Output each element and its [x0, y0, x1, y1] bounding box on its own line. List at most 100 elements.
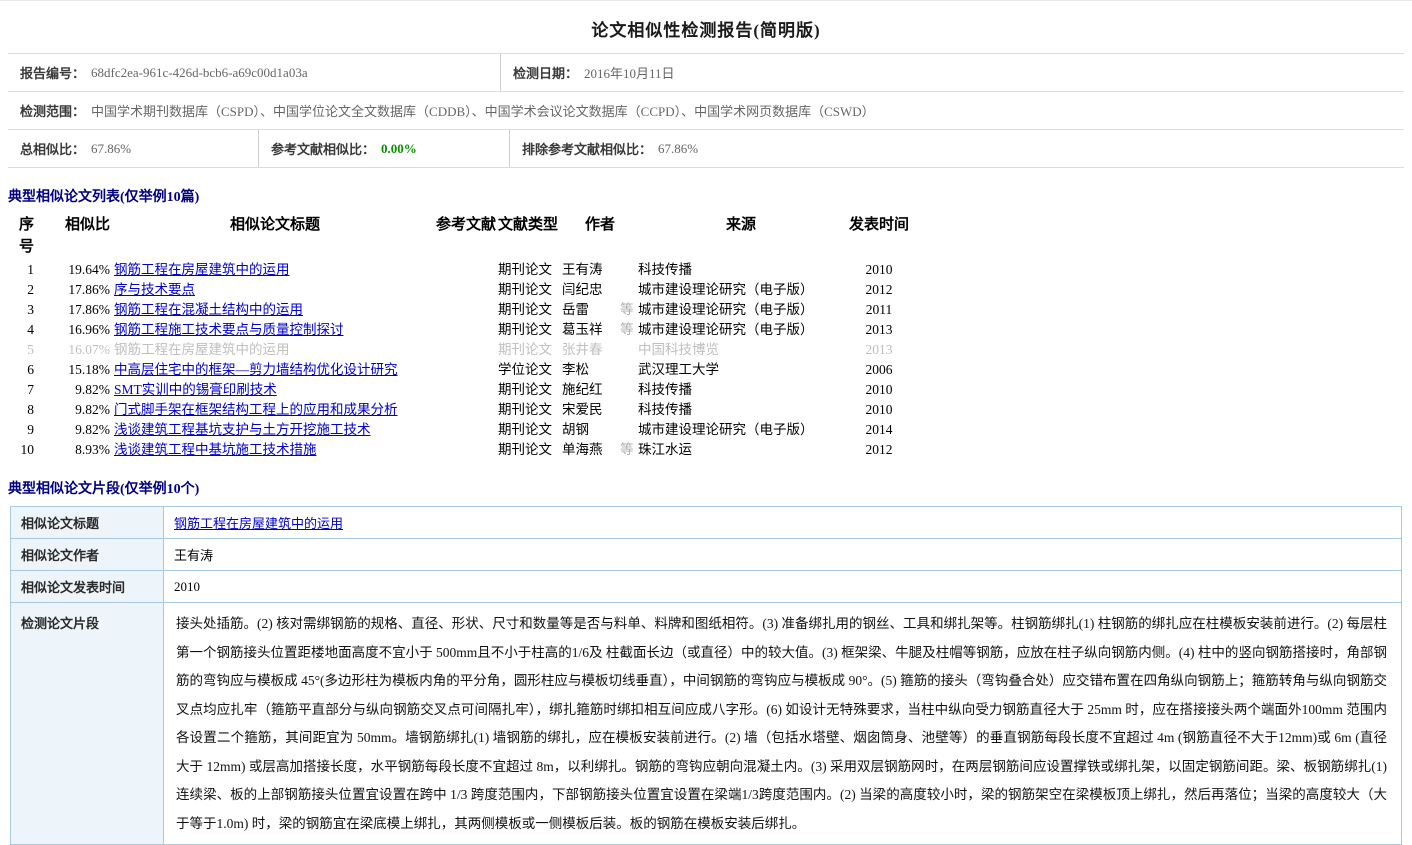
row-reference — [436, 360, 498, 380]
row-etal — [620, 260, 638, 280]
similar-papers-section-heading: 典型相似论文列表(仅举例10篇) — [8, 186, 1412, 206]
table-row: 9 9.82% 浅谈建筑工程基坑支护与土方开挖施工技术 期刊论文 胡钢 城市建设… — [8, 420, 1412, 440]
table-row: 4 16.96% 钢筋工程施工技术要点与质量控制探讨 期刊论文 葛玉祥 等 城市… — [8, 320, 1412, 340]
row-type: 期刊论文 — [498, 320, 562, 340]
row-year: 2010 — [844, 260, 914, 280]
row-etal: 等 — [620, 300, 638, 320]
row-ratio: 9.82% — [34, 380, 113, 400]
row-type: 期刊论文 — [498, 380, 562, 400]
excluding-reference-similarity-value: 67.86% — [658, 141, 698, 157]
row-ratio: 9.82% — [34, 420, 113, 440]
fragment-table: 相似论文标题 钢筋工程在房屋建筑中的运用 相似论文作者 王有涛 相似论文发表时间… — [10, 506, 1402, 845]
fragments-section-heading: 典型相似论文片段(仅举例10个) — [8, 478, 1412, 498]
scope-label: 检测范围： — [20, 101, 85, 120]
report-page: 论文相似性检测报告(简明版) 报告编号： 68dfc2ea-961c-426d-… — [0, 1, 1412, 845]
row-source: 科技传播 — [638, 260, 844, 280]
row-source: 珠江水运 — [638, 440, 844, 460]
page-title: 论文相似性检测报告(简明版) — [0, 16, 1412, 41]
row-no: 7 — [8, 380, 34, 400]
row-year: 2010 — [844, 400, 914, 420]
row-year: 2010 — [844, 380, 914, 400]
paper-title-link[interactable]: 中高层住宅中的框架—剪力墙结构优化设计研究 — [114, 362, 398, 377]
col-header-author: 作者 — [562, 214, 638, 258]
paper-title-link[interactable]: 门式脚手架在框架结构工程上的应用和成果分析 — [114, 402, 398, 417]
table-row: 2 17.86% 序与技术要点 期刊论文 闫纪忠 城市建设理论研究（电子版） 2… — [8, 280, 1412, 300]
col-header-ratio: 相似比 — [34, 214, 113, 258]
row-year: 2012 — [844, 280, 914, 300]
reference-similarity-value: 0.00% — [381, 141, 417, 157]
row-reference — [436, 380, 498, 400]
row-etal — [620, 360, 638, 380]
table-row: 6 15.18% 中高层住宅中的框架—剪力墙结构优化设计研究 学位论文 李松 武… — [8, 360, 1412, 380]
paper-title-link[interactable]: 序与技术要点 — [114, 282, 195, 297]
paper-title-link[interactable]: 钢筋工程在混凝土结构中的运用 — [114, 302, 303, 317]
report-number-cell: 报告编号： 68dfc2ea-961c-426d-bcb6-a69c00d1a0… — [8, 54, 500, 91]
row-no: 4 — [8, 320, 34, 340]
reference-similarity-cell: 参考文献相似比： 0.00% — [258, 130, 509, 167]
table-row: 1 19.64% 钢筋工程在房屋建筑中的运用 期刊论文 王有涛 科技传播 201… — [8, 260, 1412, 280]
table-row-dimmed: 5 16.07% 钢筋工程在房屋建筑中的运用 期刊论文 张井春 中国科技博览 2… — [8, 340, 1412, 360]
row-etal: 等 — [620, 320, 638, 340]
fragment-title-label: 相似论文标题 — [11, 507, 164, 539]
col-header-source: 来源 — [638, 214, 844, 258]
row-source: 城市建设理论研究（电子版） — [638, 300, 844, 320]
fragment-author-value: 王有涛 — [164, 539, 1402, 571]
row-no: 9 — [8, 420, 34, 440]
scope-value: 中国学术期刊数据库（CSPD）、中国学位论文全文数据库（CDDB）、中国学术会议… — [91, 101, 875, 120]
row-author: 宋爱民 — [562, 400, 620, 420]
paper-title-link[interactable]: 钢筋工程在房屋建筑中的运用 — [114, 262, 290, 277]
excluding-reference-similarity-label: 排除参考文献相似比： — [522, 139, 652, 158]
row-etal — [620, 420, 638, 440]
row-year: 2011 — [844, 300, 914, 320]
report-number-value: 68dfc2ea-961c-426d-bcb6-a69c00d1a03a — [91, 65, 308, 81]
row-type: 期刊论文 — [498, 340, 562, 360]
report-date-label: 检测日期： — [513, 63, 578, 82]
row-reference — [436, 320, 498, 340]
row-author: 王有涛 — [562, 260, 620, 280]
row-etal — [620, 280, 638, 300]
similar-papers-table: 序号 相似比 相似论文标题 参考文献 文献类型 作者 来源 发表时间 1 19.… — [8, 214, 1412, 460]
info-row-id-date: 报告编号： 68dfc2ea-961c-426d-bcb6-a69c00d1a0… — [8, 54, 1404, 92]
row-type: 学位论文 — [498, 360, 562, 380]
row-year: 2006 — [844, 360, 914, 380]
fragment-paper-title-link[interactable]: 钢筋工程在房屋建筑中的运用 — [174, 516, 343, 531]
row-source: 城市建设理论研究（电子版） — [638, 280, 844, 300]
row-year: 2012 — [844, 440, 914, 460]
row-ratio: 8.93% — [34, 440, 113, 460]
row-reference — [436, 420, 498, 440]
row-reference — [436, 400, 498, 420]
row-source: 武汉理工大学 — [638, 360, 844, 380]
row-author: 施纪红 — [562, 380, 620, 400]
info-row-similarity: 总相似比： 67.86% 参考文献相似比： 0.00% 排除参考文献相似比： 6… — [8, 130, 1404, 168]
row-source: 城市建设理论研究（电子版） — [638, 420, 844, 440]
row-author: 单海燕 — [562, 440, 620, 460]
row-ratio: 15.18% — [34, 360, 113, 380]
similar-papers-header-row: 序号 相似比 相似论文标题 参考文献 文献类型 作者 来源 发表时间 — [8, 214, 1412, 258]
paper-title-link[interactable]: 浅谈建筑工程中基坑施工技术措施 — [114, 442, 317, 457]
row-reference — [436, 440, 498, 460]
col-header-type: 文献类型 — [498, 214, 562, 258]
row-type: 期刊论文 — [498, 280, 562, 300]
reference-similarity-label: 参考文献相似比： — [271, 139, 375, 158]
table-row: 8 9.82% 门式脚手架在框架结构工程上的应用和成果分析 期刊论文 宋爱民 科… — [8, 400, 1412, 420]
col-header-no: 序号 — [8, 214, 34, 258]
col-header-year: 发表时间 — [844, 214, 914, 258]
paper-title-link[interactable]: 钢筋工程施工技术要点与质量控制探讨 — [114, 322, 344, 337]
fragment-text-row: 检测论文片段 接头处插筋。(2) 核对需绑钢筋的规格、直径、形状、尺寸和数量等是… — [11, 603, 1402, 845]
row-type: 期刊论文 — [498, 260, 562, 280]
info-row-scope: 检测范围： 中国学术期刊数据库（CSPD）、中国学位论文全文数据库（CDDB）、… — [8, 92, 1404, 130]
paper-title-link[interactable]: 浅谈建筑工程基坑支护与土方开挖施工技术 — [114, 422, 371, 437]
row-type: 期刊论文 — [498, 420, 562, 440]
total-similarity-value: 67.86% — [91, 141, 131, 157]
report-date-cell: 检测日期： 2016年10月11日 — [500, 54, 1404, 91]
fragment-author-row: 相似论文作者 王有涛 — [11, 539, 1402, 571]
row-author: 葛玉祥 — [562, 320, 620, 340]
row-author: 岳雷 — [562, 300, 620, 320]
row-etal: 等 — [620, 440, 638, 460]
report-info-table: 报告编号： 68dfc2ea-961c-426d-bcb6-a69c00d1a0… — [8, 53, 1404, 168]
paper-title-link[interactable]: SMT实训中的锡膏印刷技术 — [114, 382, 277, 397]
row-no: 6 — [8, 360, 34, 380]
fragment-title-row: 相似论文标题 钢筋工程在房屋建筑中的运用 — [11, 507, 1402, 539]
row-source: 科技传播 — [638, 400, 844, 420]
row-source: 中国科技博览 — [638, 340, 844, 360]
